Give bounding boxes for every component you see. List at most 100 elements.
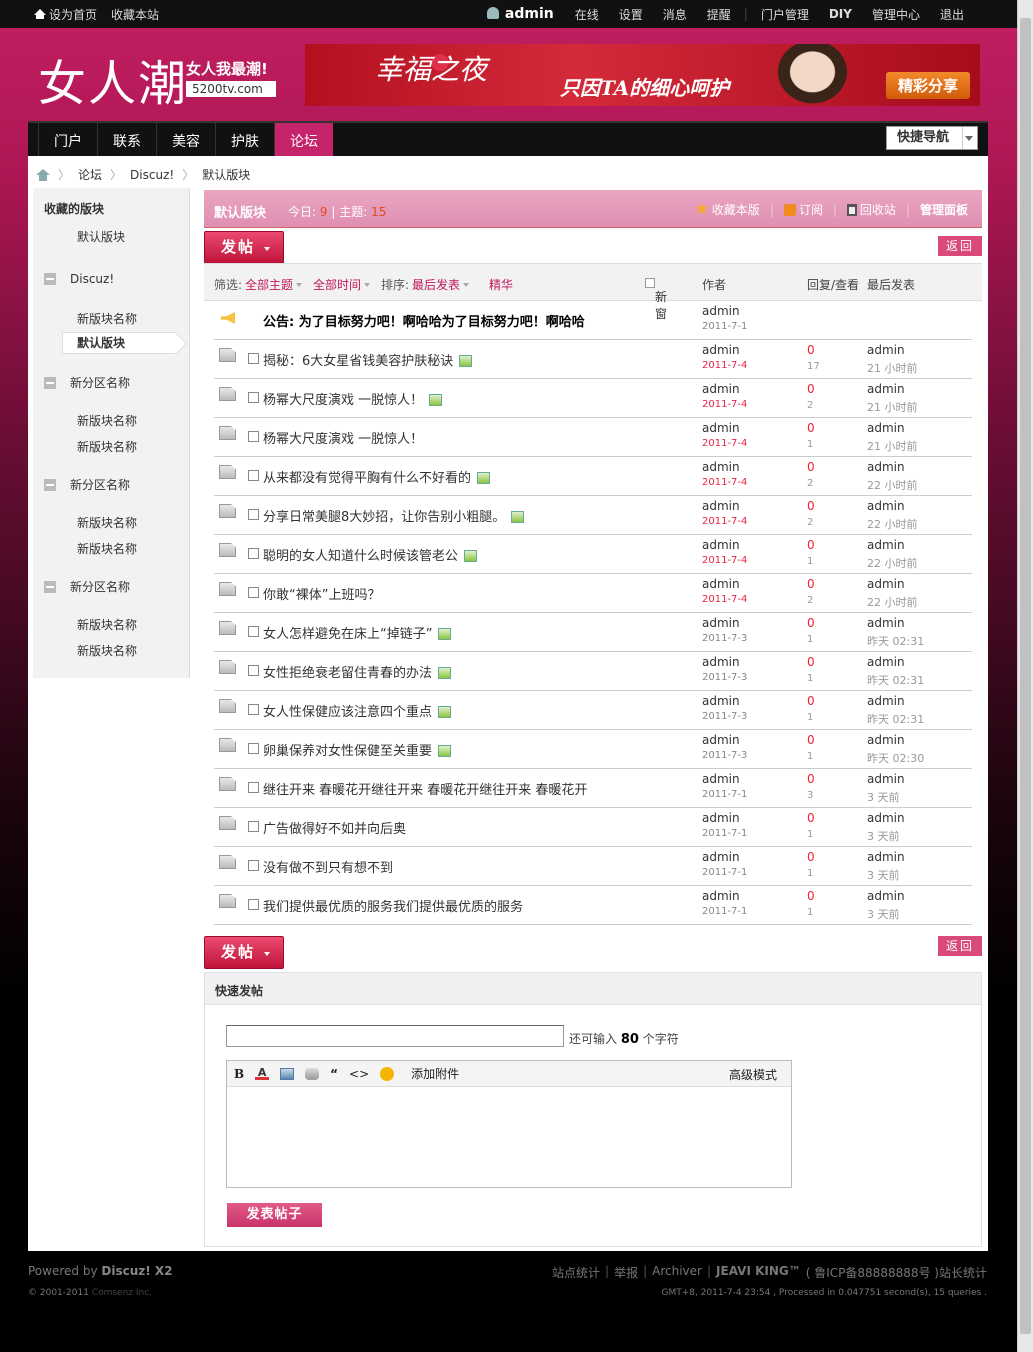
group-name[interactable]: 新分区名称 <box>70 578 130 595</box>
last-poster[interactable]: admin <box>867 421 905 435</box>
last-poster[interactable]: admin <box>867 577 905 591</box>
sidebar-forum-item[interactable]: 新版块名称 <box>77 438 137 455</box>
top-link-5[interactable]: DIY <box>829 7 852 21</box>
thread-title-text[interactable]: 从来都没有觉得平胸有什么不好看的 <box>263 471 471 486</box>
last-poster[interactable]: admin <box>867 499 905 513</box>
thread-row[interactable]: 没有做不到只有想不到 admin 2011-7-1 0 1 admin 3 天前 <box>214 847 972 886</box>
footer-link[interactable]: 站点统计 <box>552 1264 600 1281</box>
top-link-2[interactable]: 消息 <box>663 6 687 23</box>
thread-author[interactable]: admin <box>702 889 740 903</box>
thread-checkbox[interactable] <box>248 821 259 832</box>
new-window-checkbox[interactable] <box>645 278 655 288</box>
advanced-mode-link[interactable]: 高级模式 <box>729 1066 777 1083</box>
crumb-forum[interactable]: 论坛 <box>78 166 102 183</box>
thread-title[interactable]: 揭秘：6大女星省钱美容护肤秘诀 <box>263 350 473 369</box>
thread-row[interactable]: 我们提供最优质的服务我们提供最优质的服务 admin 2011-7-1 0 1 admin… <box>214 886 972 925</box>
thread-checkbox[interactable] <box>248 704 259 715</box>
thread-author[interactable]: admin <box>702 811 740 825</box>
last-poster[interactable]: admin <box>867 538 905 552</box>
thread-row[interactable]: 广告做得好不如并向后奥 admin 2011-7-1 0 1 admin 3 天前 <box>214 808 972 847</box>
last-poster[interactable]: admin <box>867 733 905 747</box>
thread-row[interactable]: 女人怎样避免在床上“掉链子” admin 2011-7-3 0 1 admin 昨天 02:… <box>214 613 972 652</box>
home-icon[interactable] <box>36 168 50 181</box>
thread-title-text[interactable]: 继往开来 春暖花开继往开来 春暖花开继往开来 春暖花开 <box>263 783 587 798</box>
subject-input[interactable] <box>226 1025 564 1047</box>
last-post-time[interactable]: 昨天 02:30 <box>867 750 924 766</box>
last-post-time[interactable]: 3 天前 <box>867 828 900 844</box>
sidebar-group[interactable]: Discuz! <box>44 272 114 286</box>
favorite-forum-button[interactable]: 收藏本版 <box>695 201 760 218</box>
submit-post-button[interactable]: 发表帖子 <box>227 1203 322 1227</box>
thread-author[interactable]: admin <box>702 655 740 669</box>
last-post-time[interactable]: 22 小时前 <box>867 477 918 493</box>
thread-checkbox[interactable] <box>248 509 259 520</box>
announcement-row[interactable]: 公告: 为了目标努力吧！啊哈哈为了目标努力吧！啊哈哈 admin 2011-7-… <box>214 301 972 340</box>
thread-author[interactable]: admin <box>702 772 740 786</box>
last-poster[interactable]: admin <box>867 382 905 396</box>
banner-button[interactable]: 精彩分享 <box>885 72 970 99</box>
thread-checkbox[interactable] <box>248 470 259 481</box>
last-post-time[interactable]: 21 小时前 <box>867 438 918 454</box>
thread-title-text[interactable]: 女人性保健应该注意四个重点 <box>263 705 432 720</box>
nav-item-1[interactable]: 联系 <box>97 123 156 156</box>
scrollbar[interactable] <box>1017 0 1033 1352</box>
thread-title[interactable]: 我们提供最优质的服务我们提供最优质的服务 <box>263 896 523 915</box>
thread-title[interactable]: 卵巢保养对女性保健至关重要 <box>263 740 452 759</box>
thread-row[interactable]: 卵巢保养对女性保健至关重要 admin 2011-7-3 0 1 admin 昨天 02:3… <box>214 730 972 769</box>
sidebar-forum-item[interactable]: 新版块名称 <box>77 540 137 557</box>
collapse-icon[interactable] <box>44 376 56 389</box>
thread-title-text[interactable]: 你敢“裸体”上班吗？ <box>263 588 380 603</box>
bold-icon[interactable]: B <box>234 1067 244 1081</box>
back-button[interactable]: 返回 <box>938 236 982 256</box>
thread-checkbox[interactable] <box>248 782 259 793</box>
thread-checkbox[interactable] <box>248 587 259 598</box>
thread-title[interactable]: 你敢“裸体”上班吗？ <box>263 584 380 603</box>
thread-checkbox[interactable] <box>248 431 259 442</box>
sidebar-forum-item[interactable]: 新版块名称 <box>77 616 137 633</box>
bookmark-link[interactable]: 收藏本站 <box>111 6 159 23</box>
thread-author[interactable]: admin <box>702 694 740 708</box>
sidebar-forum-item[interactable]: 新版块名称 <box>77 514 137 531</box>
thread-author[interactable]: admin <box>702 460 740 474</box>
add-attachment-button[interactable]: 添加附件 <box>411 1065 459 1082</box>
last-poster[interactable]: admin <box>867 811 905 825</box>
thread-author[interactable]: admin <box>702 538 740 552</box>
collapse-icon[interactable] <box>44 580 56 593</box>
group-name[interactable]: 新分区名称 <box>70 476 130 493</box>
link-icon[interactable] <box>305 1067 320 1080</box>
footer-brand[interactable]: JEAVI KING™ <box>716 1264 801 1281</box>
thread-title-text[interactable]: 女性拒绝衰老留住青春的办法 <box>263 666 432 681</box>
thread-checkbox[interactable] <box>248 392 259 403</box>
filter-all-threads[interactable]: 全部主题 <box>245 276 302 293</box>
font-color-icon[interactable]: A <box>255 1067 270 1080</box>
thread-author[interactable]: admin <box>702 421 740 435</box>
thread-title[interactable]: 女人怎样避免在床上“掉链子” <box>263 623 452 642</box>
thread-row[interactable]: 杨幂大尺度演戏 一脱惊人！ admin 2011-7-4 0 1 admin 21 小时前 <box>214 418 972 457</box>
collapse-icon[interactable] <box>44 273 56 285</box>
nav-item-2[interactable]: 美容 <box>156 123 215 156</box>
last-post-time[interactable]: 22 小时前 <box>867 516 918 532</box>
sort-dropdown[interactable]: 最后发表 <box>412 276 469 293</box>
top-link-4[interactable]: 门户管理 <box>761 6 809 23</box>
top-link-7[interactable]: 退出 <box>940 6 964 23</box>
new-window-toggle[interactable]: 新窗 <box>645 276 667 321</box>
image-icon[interactable] <box>280 1067 295 1080</box>
sidebar-group[interactable]: 新分区名称 <box>44 374 130 391</box>
ad-banner[interactable]: 幸福之夜 只因TA的细心呵护 精彩分享 <box>305 44 980 106</box>
last-post-time[interactable]: 21 小时前 <box>867 360 918 376</box>
thread-title-text[interactable]: 揭秘：6大女星省钱美容护肤秘诀 <box>263 354 453 369</box>
smiley-icon[interactable] <box>380 1066 395 1081</box>
last-post-time[interactable]: 3 天前 <box>867 789 900 805</box>
last-post-time[interactable]: 3 天前 <box>867 906 900 922</box>
thread-title[interactable]: 杨幂大尺度演戏 一脱惊人！ <box>263 389 443 408</box>
top-link-3[interactable]: 提醒 <box>707 6 731 23</box>
footer-link[interactable]: 举报 <box>614 1264 638 1281</box>
top-link-0[interactable]: 在线 <box>575 6 599 23</box>
last-post-time[interactable]: 21 小时前 <box>867 399 918 415</box>
author[interactable]: admin <box>702 304 740 318</box>
thread-author[interactable]: admin <box>702 382 740 396</box>
thread-checkbox[interactable] <box>248 860 259 871</box>
site-logo[interactable]: 女人潮 <box>38 44 188 114</box>
thread-checkbox[interactable] <box>248 353 259 364</box>
last-poster[interactable]: admin <box>867 655 905 669</box>
